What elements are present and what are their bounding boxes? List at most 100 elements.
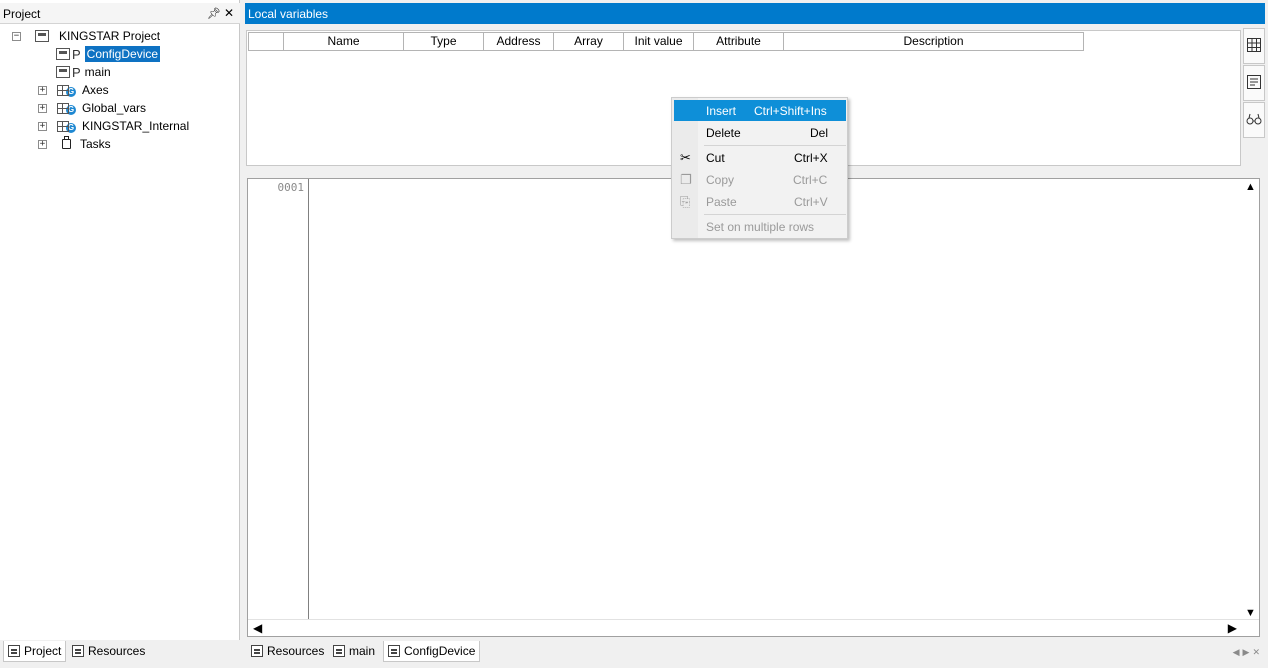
resources-icon — [251, 645, 263, 657]
editor-tabs: Resources main ConfigDevice ◀▶✕ — [245, 641, 1265, 663]
menu-item-label: Insert — [706, 104, 737, 118]
close-icon[interactable]: ✕ — [224, 6, 234, 20]
expand-icon[interactable]: + — [38, 139, 47, 149]
menu-item-shortcut: Ctrl+Shift+Ins — [754, 104, 827, 118]
binoculars-icon — [1246, 112, 1262, 128]
column-header-type[interactable]: Type — [404, 32, 484, 51]
watch-view-button[interactable] — [1243, 102, 1265, 138]
global-vars-icon — [57, 120, 69, 132]
tree-item-label: Global_vars — [82, 101, 147, 115]
menu-item-delete[interactable]: Delete Del — [674, 122, 846, 143]
grid-header-row: Name Type Address Array Init value Attri… — [248, 32, 1084, 51]
tab-label: Resources — [88, 644, 146, 658]
menu-item-label: Paste — [706, 195, 737, 209]
global-vars-icon — [57, 102, 69, 114]
tree-item-tasks[interactable]: + Tasks — [38, 135, 111, 153]
line-number-gutter: 0001 — [248, 179, 309, 621]
tree-item-label: main — [84, 65, 111, 79]
menu-separator — [704, 145, 846, 146]
tree-item-global-vars[interactable]: + G Global_vars — [38, 99, 146, 117]
tab-resources[interactable]: Resources — [68, 641, 149, 662]
pin-icon[interactable]: 📌︎ — [207, 7, 221, 20]
project-pane-tabs: Project Resources — [0, 641, 240, 663]
program-letter: P — [72, 46, 81, 62]
local-variables-title: Local variables — [248, 7, 329, 21]
program-icon — [56, 48, 70, 60]
project-icon — [8, 645, 20, 657]
program-icon — [388, 645, 400, 657]
code-editor[interactable]: 0001 ▲ ▼ ◀ ▶ — [247, 178, 1260, 637]
copy-icon: ❐ — [680, 172, 692, 187]
expand-icon[interactable]: + — [38, 121, 47, 131]
global-vars-icon — [57, 84, 69, 96]
resources-icon — [72, 645, 84, 657]
tree-item-axes[interactable]: + G Axes — [38, 81, 109, 99]
text-view-button[interactable] — [1243, 65, 1265, 101]
menu-item-paste[interactable]: ⎘ Paste Ctrl+V — [674, 191, 846, 212]
menu-item-shortcut: Ctrl+C — [793, 173, 828, 187]
tree-item-label: KINGSTAR_Internal — [82, 119, 190, 133]
menu-item-copy[interactable]: ❐ Copy Ctrl+C — [674, 169, 846, 190]
tree-item-kingstar-internal[interactable]: + G KINGSTAR_Internal — [38, 117, 189, 135]
menu-item-label: Set on multiple rows — [706, 220, 815, 234]
column-header-selector[interactable] — [248, 32, 284, 51]
tab-configdevice[interactable]: ConfigDevice — [383, 641, 481, 662]
scroll-right-icon[interactable]: ▶ — [1228, 621, 1237, 635]
menu-separator — [704, 214, 846, 215]
local-variables-header: Local variables — [245, 3, 1265, 24]
expand-icon[interactable]: + — [38, 103, 47, 113]
menu-item-shortcut: Del — [810, 126, 829, 140]
menu-item-insert[interactable]: Insert Ctrl+Shift+Ins — [674, 100, 846, 121]
grid-icon — [1247, 37, 1261, 55]
project-icon — [35, 30, 49, 42]
menu-item-label: Delete — [706, 126, 741, 140]
menu-item-label: Copy — [706, 173, 735, 187]
tree-item-main[interactable]: P main — [56, 63, 111, 81]
paste-icon: ⎘ — [680, 194, 691, 209]
menu-item-set-on-multiple-rows[interactable]: Set on multiple rows — [674, 216, 846, 237]
column-header-init-value[interactable]: Init value — [624, 32, 694, 51]
tree-item-label: Tasks — [80, 137, 111, 151]
scissors-icon: ✂ — [680, 150, 691, 165]
column-header-attribute[interactable]: Attribute — [694, 32, 784, 51]
tab-resources[interactable]: Resources — [247, 641, 328, 662]
tab-label: ConfigDevice — [404, 644, 476, 658]
tree-item-kingstar-project[interactable]: − KINGSTAR Project — [12, 27, 160, 45]
menu-item-shortcut: Ctrl+V — [794, 195, 828, 209]
tab-label: Resources — [267, 644, 325, 658]
context-menu: Insert Ctrl+Shift+Ins Delete Del ✂ Cut C… — [671, 97, 848, 239]
program-letter: P — [72, 64, 81, 80]
column-header-name[interactable]: Name — [284, 32, 404, 51]
scroll-up-icon[interactable]: ▲ — [1245, 181, 1256, 193]
tab-label: Project — [24, 644, 62, 658]
vertical-scrollbar[interactable]: ▲ ▼ — [1242, 179, 1259, 621]
line-number: 0001 — [277, 181, 305, 194]
program-icon — [56, 66, 70, 78]
tab-label: main — [349, 644, 376, 658]
menu-item-label: Cut — [706, 151, 725, 165]
tree-item-label: Axes — [82, 83, 109, 97]
project-pane-title: Project — [3, 7, 41, 21]
tab-navigation-icons[interactable]: ◀▶✕ — [1233, 647, 1263, 658]
view-switcher — [1243, 28, 1265, 152]
project-pane: Project 📌︎ ✕ − KINGSTAR Project P Config… — [0, 0, 240, 640]
tab-main[interactable]: main — [329, 641, 379, 662]
tree-item-label: ConfigDevice — [84, 46, 161, 62]
horizontal-scrollbar[interactable]: ◀ ▶ — [248, 619, 1259, 636]
column-header-array[interactable]: Array — [554, 32, 624, 51]
menu-item-shortcut: Ctrl+X — [794, 151, 828, 165]
project-pane-header: Project 📌︎ ✕ — [0, 3, 240, 24]
menu-item-cut[interactable]: ✂ Cut Ctrl+X — [674, 147, 846, 168]
column-header-address[interactable]: Address — [484, 32, 554, 51]
program-icon — [333, 645, 345, 657]
scroll-left-icon[interactable]: ◀ — [253, 621, 262, 635]
tree-item-label: KINGSTAR Project — [59, 29, 161, 43]
tab-project[interactable]: Project — [3, 641, 67, 662]
scroll-down-icon[interactable]: ▼ — [1245, 607, 1256, 619]
collapse-icon[interactable]: − — [12, 31, 21, 41]
expand-icon[interactable]: + — [38, 85, 47, 95]
column-header-description[interactable]: Description — [784, 32, 1084, 51]
text-view-icon — [1247, 74, 1261, 92]
grid-view-button[interactable] — [1243, 28, 1265, 64]
tree-item-configdevice[interactable]: P ConfigDevice — [56, 45, 161, 63]
